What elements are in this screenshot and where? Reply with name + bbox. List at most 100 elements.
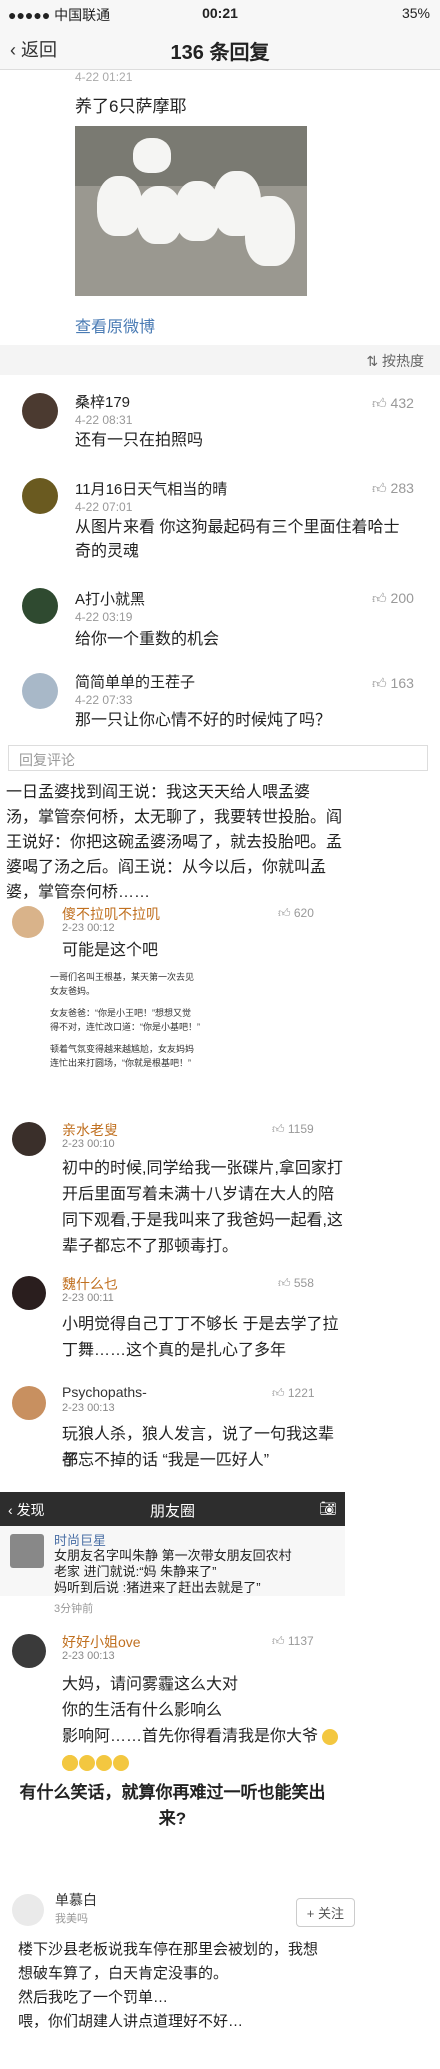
like-button[interactable]: 👍︎ 1137 (272, 1634, 314, 1649)
post-username[interactable]: 单慕白 (55, 1890, 97, 1910)
avatar[interactable] (22, 673, 58, 709)
view-original-link[interactable]: 查看原微博 (75, 313, 155, 337)
thumb-icon: 👍︎ (372, 590, 391, 606)
avatar[interactable] (12, 1122, 46, 1156)
avatar[interactable] (22, 588, 58, 624)
nav-bar: ‹ 返回 136 条回复 (0, 26, 440, 70)
post-line: 然后我吃了一个罚单… (18, 1989, 169, 2006)
thumb-icon: 👍︎ (372, 675, 391, 691)
post-image[interactable] (75, 126, 307, 296)
comment-username[interactable]: Psychopaths- (62, 1384, 147, 1400)
comment-time: 2-23 00:13 (62, 1650, 115, 1662)
comment-item: A打小就黑 4-22 03:19 给你一个重数的机会 👍︎ 200 (0, 580, 440, 660)
comment-username[interactable]: 简简单单的王茬子 (75, 671, 195, 692)
thumb-icon: 👍︎ (272, 1122, 288, 1136)
moments-line: 老家 进门就说:“妈 朱静来了” (54, 1564, 217, 1579)
comment-text-line: 影响阿……首先你得看清我是你大爷 (62, 1728, 319, 1745)
post-time: 4-22 01:21 (75, 70, 133, 84)
embedded-comments: 傻不拉叽不拉叽 2-23 00:12 👍︎ 620 可能是这个吧 一哥们名叫王根… (0, 900, 345, 1490)
moments-line: 妈听到后说 :猪进来了赶出去就是了” (54, 1580, 261, 1595)
quoted-line: 一哥们名叫王根基，某天第一次去见 (50, 972, 195, 982)
comment-text: 都忘不掉的话 “我是一匹好人” (62, 1452, 270, 1469)
avatar[interactable] (12, 906, 44, 938)
quoted-line: 顿着气氛变得越来越尴尬，女友妈妈 (50, 1044, 195, 1054)
sort-icon: ⇅ (366, 353, 382, 369)
like-button[interactable]: 👍︎ 200 (372, 590, 414, 607)
like-button[interactable]: 👍︎ 432 (372, 395, 414, 412)
sort-label: 按热度 (382, 353, 424, 369)
comment-item: 11月16日天气相当的晴 4-22 07:01 从图片来看 你这狗最起码有三个里… (0, 470, 440, 570)
status-bar: ●●●●● 中国联通 00:21 35% (0, 0, 440, 26)
story-line: 一日孟婆找到阎王说：我这天天给人喂孟婆 (6, 784, 311, 801)
dog-figure (133, 138, 171, 173)
comment-username[interactable]: 魏什么乜 (62, 1274, 118, 1294)
clock: 00:21 (202, 5, 238, 21)
comment-text: 丁舞……这个真的是扎心了多年 (62, 1342, 287, 1359)
like-button[interactable]: 👍︎ 1221 (272, 1386, 315, 1401)
comment-text: 给你一个重数的机会 (75, 631, 220, 648)
avatar[interactable] (22, 478, 58, 514)
post-subtitle: 我美吗 (55, 1913, 88, 1925)
post-line: 想破车算了，白天肯定没事的。 (18, 1965, 229, 1982)
moments-time: 3分钟前 (54, 1603, 94, 1615)
story-text: 一日孟婆找到阎王说：我这天天给人喂孟婆 汤，掌管奈何桥，太无聊了，我要转世投胎。… (6, 780, 434, 905)
sort-by-hot-button[interactable]: ⇅ 按热度 (366, 351, 424, 371)
comment-time: 2-23 00:13 (62, 1402, 115, 1414)
follow-button[interactable]: + 关注 (295, 1898, 355, 1927)
comment-item: 简简单单的王茬子 4-22 07:33 那一只让你心情不好的时候炖了吗？ 👍︎ … (0, 665, 440, 745)
quoted-line: 女友爸爸：“你是小王吧！”想想又觉 (50, 1008, 191, 1018)
avatar[interactable] (12, 1894, 44, 1926)
comment-item: 桑梓179 4-22 08:31 还有一只在拍照吗 👍︎ 432 (0, 385, 440, 465)
quoted-line: 连忙出来打圆场，“你就是根基吧！” (50, 1058, 191, 1068)
thumb-icon: 👍︎ (278, 1276, 294, 1290)
thumb-icon: 👍︎ (372, 480, 391, 496)
comment-username[interactable]: 好好小姐ove (62, 1632, 141, 1652)
comment-username[interactable]: 11月16日天气相当的晴 (75, 478, 227, 499)
comment-username[interactable]: 傻不拉叽不拉叽 (62, 904, 160, 924)
moments-text: 女朋友名字叫朱静 第一次带女朋友回农村 老家 进门就说:“妈 朱静来了” 妈听到… (54, 1548, 292, 1596)
camera-icon[interactable]: 📷︎ (319, 1500, 337, 1517)
thumb-icon: 👍︎ (278, 906, 294, 920)
moments-title: 朋友圈 (149, 1503, 195, 1520)
avatar[interactable] (12, 1276, 46, 1310)
avatar[interactable] (12, 1386, 46, 1420)
avatar[interactable] (22, 393, 58, 429)
moments-post: 时尚巨星 女朋友名字叫朱静 第一次带女朋友回农村 老家 进门就说:“妈 朱静来了… (0, 1526, 345, 1615)
like-count: 1137 (287, 1634, 314, 1648)
thumb-icon: 👍︎ (372, 395, 391, 411)
like-button[interactable]: 👍︎ 620 (278, 906, 314, 921)
quoted-text-image: 一哥们名叫王根基，某天第一次去见 女友爸妈。 女友爸爸：“你是小王吧！”想想又觉… (50, 970, 250, 1120)
thumb-icon: 👍︎ (272, 1634, 288, 1648)
comment-username[interactable]: 亲水老叟 (62, 1120, 118, 1140)
reply-input[interactable]: 回复评论 (8, 745, 428, 771)
quoted-line: 女友爸妈。 (50, 986, 96, 996)
like-count: 1159 (287, 1122, 314, 1136)
thumb-icon: 👍︎ (272, 1386, 288, 1400)
avatar[interactable] (10, 1534, 44, 1568)
comment-username[interactable]: A打小就黑 (75, 588, 145, 609)
like-count: 283 (390, 480, 414, 496)
like-button[interactable]: 👍︎ 1159 (272, 1122, 314, 1137)
like-button[interactable]: 👍︎ 558 (278, 1276, 314, 1291)
comment-time: 4-22 08:31 (75, 413, 133, 427)
like-count: 163 (390, 675, 414, 691)
moments-username[interactable]: 时尚巨星 (54, 1530, 106, 1549)
comment-text: 那一只让你心情不好的时候炖了吗？ (75, 712, 332, 729)
post-text: 养了6只萨摩耶 (75, 97, 187, 116)
dog-figure (97, 176, 142, 236)
comment-text: 大妈，请问雾霾这么大对 (62, 1676, 239, 1693)
like-button[interactable]: 👍︎ 283 (372, 480, 414, 497)
like-button[interactable]: 👍︎ 163 (372, 675, 414, 692)
comment-text: 还有一只在拍照吗 (75, 432, 204, 449)
post-body: 楼下沙县老板说我车停在那里会被划的，我想 想破车算了，白天肯定没事的。 然后我吃… (18, 1938, 318, 2034)
avatar[interactable] (12, 1634, 46, 1668)
comment-text: 同下观看,于是我叫来了我爸妈一起看,这 (62, 1212, 343, 1229)
page-title: 136 条回复 (170, 42, 270, 64)
battery-label: 35% (401, 5, 430, 21)
comment-username[interactable]: 桑梓179 (75, 391, 130, 412)
comment-text: 从图片来看 你这狗最起码有三个里面住着哈士 (75, 519, 400, 536)
comment-text: 开后里面写着未满十八岁请在大人的陪 (62, 1186, 335, 1203)
comment-text: 初中的时候,同学给我一张碟片,拿回家打 (62, 1160, 343, 1177)
like-count: 1221 (287, 1386, 315, 1400)
sort-bar: ⇅ 按热度 (0, 345, 440, 375)
